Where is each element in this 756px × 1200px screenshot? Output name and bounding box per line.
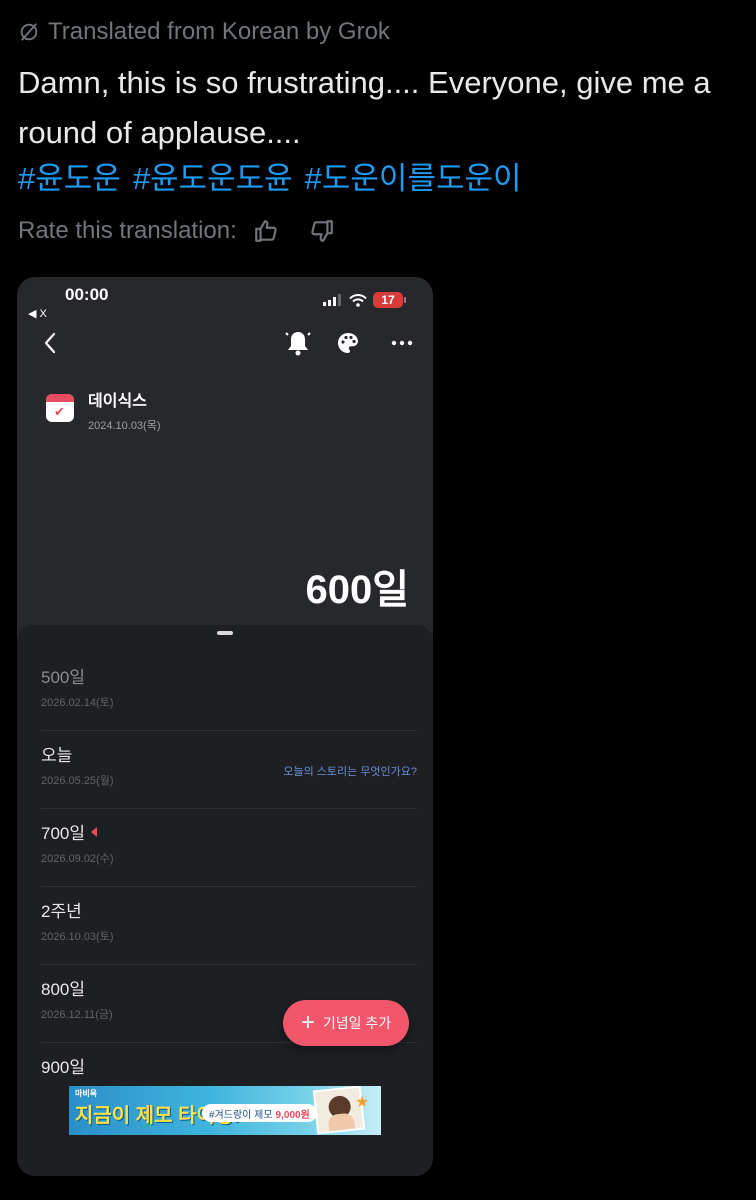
add-anniversary-button[interactable]: + 기념일 추가 [283, 1000, 409, 1046]
milestone-label: 500일 [41, 668, 86, 687]
app-topbar [17, 327, 433, 359]
battery-indicator: 17 [373, 292, 406, 308]
back-to-app-link[interactable]: ◀ X [28, 307, 47, 320]
milestone-row-today[interactable]: 오늘 2026.05.25(월) 오늘의 스토리는 무엇인가요? [41, 731, 417, 809]
thumbs-up-button[interactable] [251, 216, 281, 246]
rate-translation-label: Rate this translation: [18, 217, 237, 244]
signal-icon [323, 294, 341, 306]
hashtag-link[interactable]: #도운이를도운이 [305, 154, 522, 204]
ad-price-pill: #겨드랑이 제모 9,000원 [202, 1104, 317, 1122]
milestone-date: 2026.02.14(토) [41, 697, 114, 709]
status-right: 17 [323, 292, 406, 308]
milestone-row[interactable]: 500일 2026.02.14(토) [41, 653, 417, 731]
milestone-list: 500일 2026.02.14(토) 오늘 2026.05.25(월) 오늘의 … [41, 653, 417, 1121]
more-icon[interactable] [389, 331, 415, 355]
translation-notice: Translated from Korean by Grok [18, 18, 390, 46]
starfish-icon: ★ [355, 1094, 370, 1111]
post-text: Damn, this is so frustrating.... Everyon… [18, 65, 711, 150]
hashtag-list: #윤도운 #윤도운도윤 #도운이를도운이 [18, 154, 522, 204]
plus-icon: + [300, 1009, 315, 1036]
ad-price: 9,000원 [275, 1109, 310, 1121]
phone-screenshot[interactable]: 00:00 ◀ X 17 ✔ 데이식스 2024.10.03(목) 600일 5… [17, 277, 433, 1176]
thumbs-down-icon [311, 220, 333, 242]
milestone-date: 2026.09.02(수) [41, 853, 114, 865]
thumbs-down-button[interactable] [307, 216, 337, 246]
back-chevron-icon[interactable] [39, 331, 63, 355]
check-mark-icon: ✔ [54, 404, 65, 419]
ad-banner[interactable]: 마비욕 지금이 제모 타이밍! #겨드랑이 제모 9,000원 ★ [69, 1086, 381, 1135]
add-anniversary-label: 기념일 추가 [322, 1015, 392, 1031]
ad-brand: 마비욕 [75, 1089, 98, 1098]
hashtag-link[interactable]: #윤도운 [18, 154, 121, 204]
event-header: ✔ 데이식스 2024.10.03(목) [46, 387, 161, 433]
rate-translation: Rate this translation: [18, 214, 337, 248]
milestone-label: 900일 [41, 1058, 86, 1077]
event-info: 데이식스 2024.10.03(목) [88, 387, 161, 433]
hashtag-link[interactable]: #윤도운도윤 [133, 154, 293, 204]
milestone-date: 2026.10.03(토) [41, 931, 114, 943]
status-bar: 00:00 ◀ X 17 [17, 277, 433, 320]
grok-slash-icon [20, 23, 38, 41]
palette-icon[interactable] [336, 331, 360, 355]
milestone-row[interactable]: 2주년 2026.10.03(토) [41, 887, 417, 965]
calendar-icon: ✔ [46, 394, 74, 422]
event-title: 데이식스 [88, 393, 147, 410]
milestone-label: 2주년 [41, 902, 82, 921]
status-time: 00:00 [65, 285, 109, 304]
milestone-label: 800일 [41, 980, 86, 999]
next-marker-icon [91, 826, 98, 837]
ad-person-body [327, 1112, 356, 1135]
wifi-icon [349, 293, 367, 307]
translation-notice-text: Translated from Korean by Grok [48, 18, 390, 45]
today-story-link[interactable]: 오늘의 스토리는 무엇인가요? [283, 763, 417, 779]
milestone-label-wrap: 700일 [41, 819, 417, 844]
event-date: 2024.10.03(목) [88, 420, 161, 432]
ad-pill-text: #겨드랑이 제모 [209, 1109, 273, 1121]
bell-icon[interactable] [285, 329, 311, 357]
milestone-label: 700일 [41, 824, 86, 843]
sheet-drag-handle[interactable] [217, 631, 233, 635]
day-count: 600일 [305, 568, 409, 612]
milestone-row[interactable]: 700일 2026.09.02(수) [41, 809, 417, 887]
thumbs-up-icon [254, 220, 277, 242]
